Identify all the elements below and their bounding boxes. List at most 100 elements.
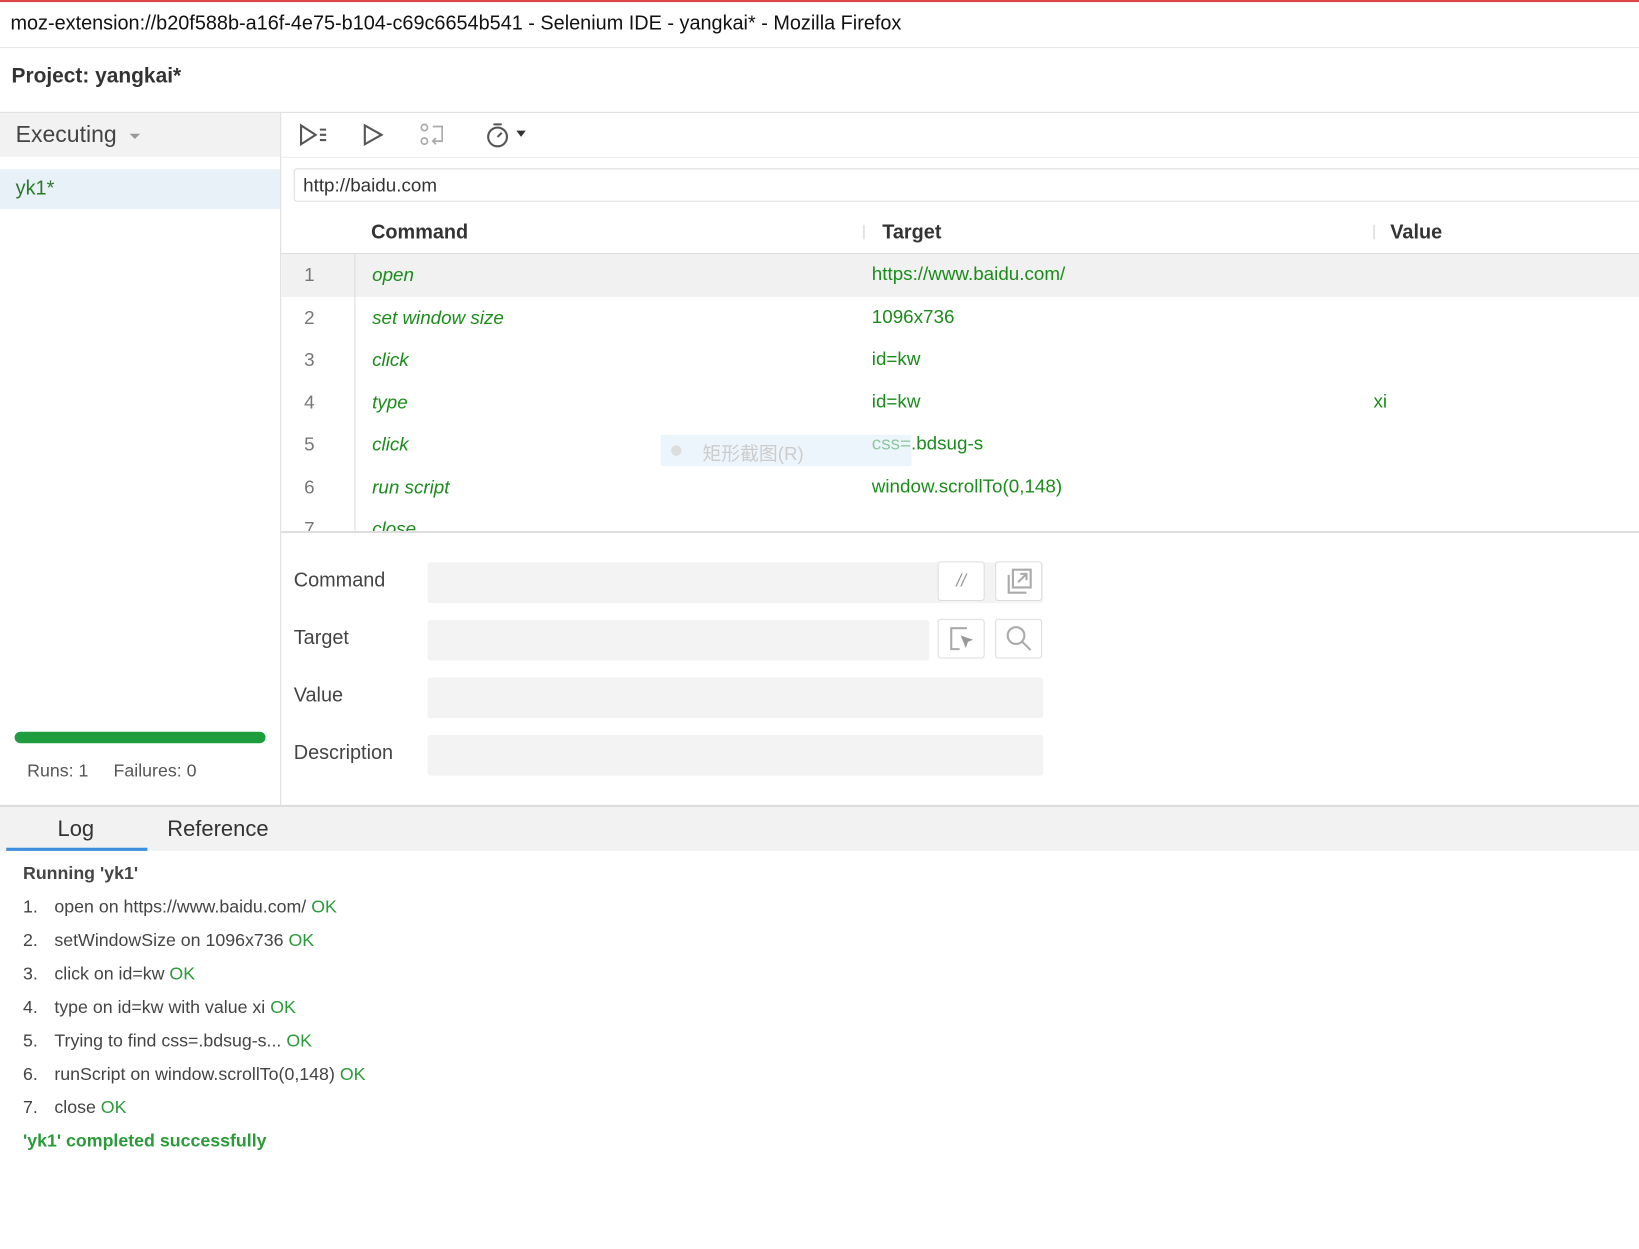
mode-dropdown[interactable]: Executing xyxy=(0,112,281,157)
log-status: OK xyxy=(270,997,296,1018)
row-number: 2 xyxy=(304,306,315,328)
command-table: 1 open https://www.baidu.com/2 set window s… xyxy=(281,254,1639,534)
row-command: click xyxy=(372,433,409,455)
log-line: 6. runScript on window.scrollTo(0,148) OK xyxy=(23,1064,365,1097)
row-command: click xyxy=(372,349,409,371)
value-input[interactable] xyxy=(427,677,1044,719)
log-text: open on https://www.baidu.com/ xyxy=(54,896,307,917)
log-output: Running 'yk1' 1. open on https://www.baid… xyxy=(23,863,365,1164)
row-target: id=kw xyxy=(871,348,921,369)
row-command: close xyxy=(372,518,417,534)
row-number: 4 xyxy=(304,391,315,413)
active-tab-indicator xyxy=(6,847,148,851)
row-number: 6 xyxy=(304,476,315,498)
header-target: Target xyxy=(882,221,942,244)
row-number-divider xyxy=(354,254,356,532)
log-text: setWindowSize on 1096x736 xyxy=(54,930,284,951)
window-title: moz-extension://b20f588b-a16f-4e75-b104-… xyxy=(0,0,1639,49)
log-title: Running 'yk1' xyxy=(22,863,139,884)
column-divider xyxy=(1373,224,1375,240)
bottom-tabs: Log Reference xyxy=(0,806,1639,851)
row-target: id=kw xyxy=(871,390,921,412)
value-label: Value xyxy=(293,684,344,707)
dot-icon xyxy=(671,445,682,456)
target-input[interactable] xyxy=(427,619,930,661)
open-external-icon xyxy=(1007,568,1032,594)
log-line: 4. type on id=kw with value xi OK xyxy=(23,997,365,1030)
header-command: Command xyxy=(371,221,469,244)
toolbar xyxy=(281,113,1639,158)
row-number: 7 xyxy=(304,518,315,534)
row-value: xi xyxy=(1373,390,1388,412)
run-all-icon[interactable] xyxy=(298,121,329,148)
run-stats: Runs: 1 Failures: 0 xyxy=(27,761,196,782)
screenshot-overlay: 矩形截图(R) xyxy=(660,434,912,467)
log-line: 5. Trying to find css=.bdsug-s... OK xyxy=(23,1031,365,1064)
log-number: 1. xyxy=(22,896,38,917)
target-label: Target xyxy=(293,627,349,650)
log-status: OK xyxy=(288,930,315,951)
log-text: runScript on window.scrollTo(0,148) xyxy=(54,1064,335,1084)
row-command: run script xyxy=(372,476,450,498)
table-row[interactable]: 4 type id=kw xi xyxy=(281,381,1639,423)
find-target-button[interactable] xyxy=(995,618,1043,659)
log-text: close xyxy=(54,1097,96,1118)
table-row[interactable]: 5 click css=.bdsug-s xyxy=(281,423,1639,465)
description-input[interactable] xyxy=(427,734,1044,776)
log-text: Trying to find css=.bdsug-s... xyxy=(54,1030,282,1051)
runs-count: Runs: 1 xyxy=(27,760,89,781)
table-row[interactable]: 6 run script window.scrollTo(0,148) xyxy=(281,466,1639,508)
log-status: OK xyxy=(100,1097,127,1118)
search-icon xyxy=(1006,626,1031,651)
log-status: OK xyxy=(311,896,337,917)
log-line: 1. open on https://www.baidu.com/ OK xyxy=(23,897,365,930)
speed-icon[interactable] xyxy=(483,121,531,148)
step-over-icon[interactable] xyxy=(417,121,448,148)
log-text: type on id=kw with value xi xyxy=(54,997,266,1018)
command-label: Command xyxy=(293,569,386,592)
log-number: 3. xyxy=(22,963,38,984)
row-target: 1096x736 xyxy=(871,305,955,327)
log-number: 4. xyxy=(22,997,38,1018)
log-line: 2. setWindowSize on 1096x736 OK xyxy=(23,930,365,963)
log-number: 2. xyxy=(22,930,38,951)
main-panel: http://baidu.com Command Target Value 1 o… xyxy=(281,111,1639,806)
mode-label: Executing xyxy=(15,121,117,148)
table-header: Command Target Value xyxy=(281,213,1639,256)
row-target: window.scrollTo(0,148) xyxy=(871,475,1063,496)
log-line: 7. close OK xyxy=(23,1098,365,1131)
row-command: set window size xyxy=(372,306,504,328)
cursor-select-icon xyxy=(949,627,973,651)
comment-button[interactable]: // xyxy=(937,561,985,602)
open-reference-button[interactable] xyxy=(995,561,1043,602)
table-row[interactable]: 2 set window size 1096x736 xyxy=(281,296,1639,338)
table-row[interactable]: 1 open https://www.baidu.com/ xyxy=(281,254,1639,297)
row-number: 1 xyxy=(304,264,315,286)
sidebar: Executing yk1* xyxy=(0,111,282,806)
chevron-down-icon xyxy=(129,133,140,139)
log-line: 3. click on id=kw OK xyxy=(23,964,365,997)
table-row[interactable]: 7 close xyxy=(281,508,1639,534)
row-command: open xyxy=(372,264,414,286)
log-complete: 'yk1' completed successfully xyxy=(22,1131,267,1151)
bottom-panel: Log Reference Running 'yk1' 1. open on ht… xyxy=(0,804,1639,1249)
tab-reference[interactable]: Reference xyxy=(167,817,268,842)
row-number: 3 xyxy=(304,349,315,371)
select-target-button[interactable] xyxy=(937,618,985,659)
description-label: Description xyxy=(293,742,394,765)
log-number: 7. xyxy=(22,1097,38,1118)
log-status: OK xyxy=(169,963,196,984)
base-url-input[interactable]: http://baidu.com xyxy=(293,168,1639,202)
log-number: 6. xyxy=(22,1064,38,1084)
row-target: https://www.baidu.com/ xyxy=(871,263,1066,285)
header-value: Value xyxy=(1390,221,1443,244)
project-title: Project: yangkai* xyxy=(11,64,182,88)
row-command: type xyxy=(372,391,408,413)
run-icon[interactable] xyxy=(359,121,390,148)
overlay-text: 矩形截图(R) xyxy=(702,443,804,465)
log-text: click on id=kw xyxy=(54,963,165,984)
test-item[interactable]: yk1* xyxy=(0,169,281,210)
tab-log[interactable]: Log xyxy=(57,817,94,842)
log-status: OK xyxy=(286,1030,312,1051)
table-row[interactable]: 3 click id=kw xyxy=(281,339,1639,381)
